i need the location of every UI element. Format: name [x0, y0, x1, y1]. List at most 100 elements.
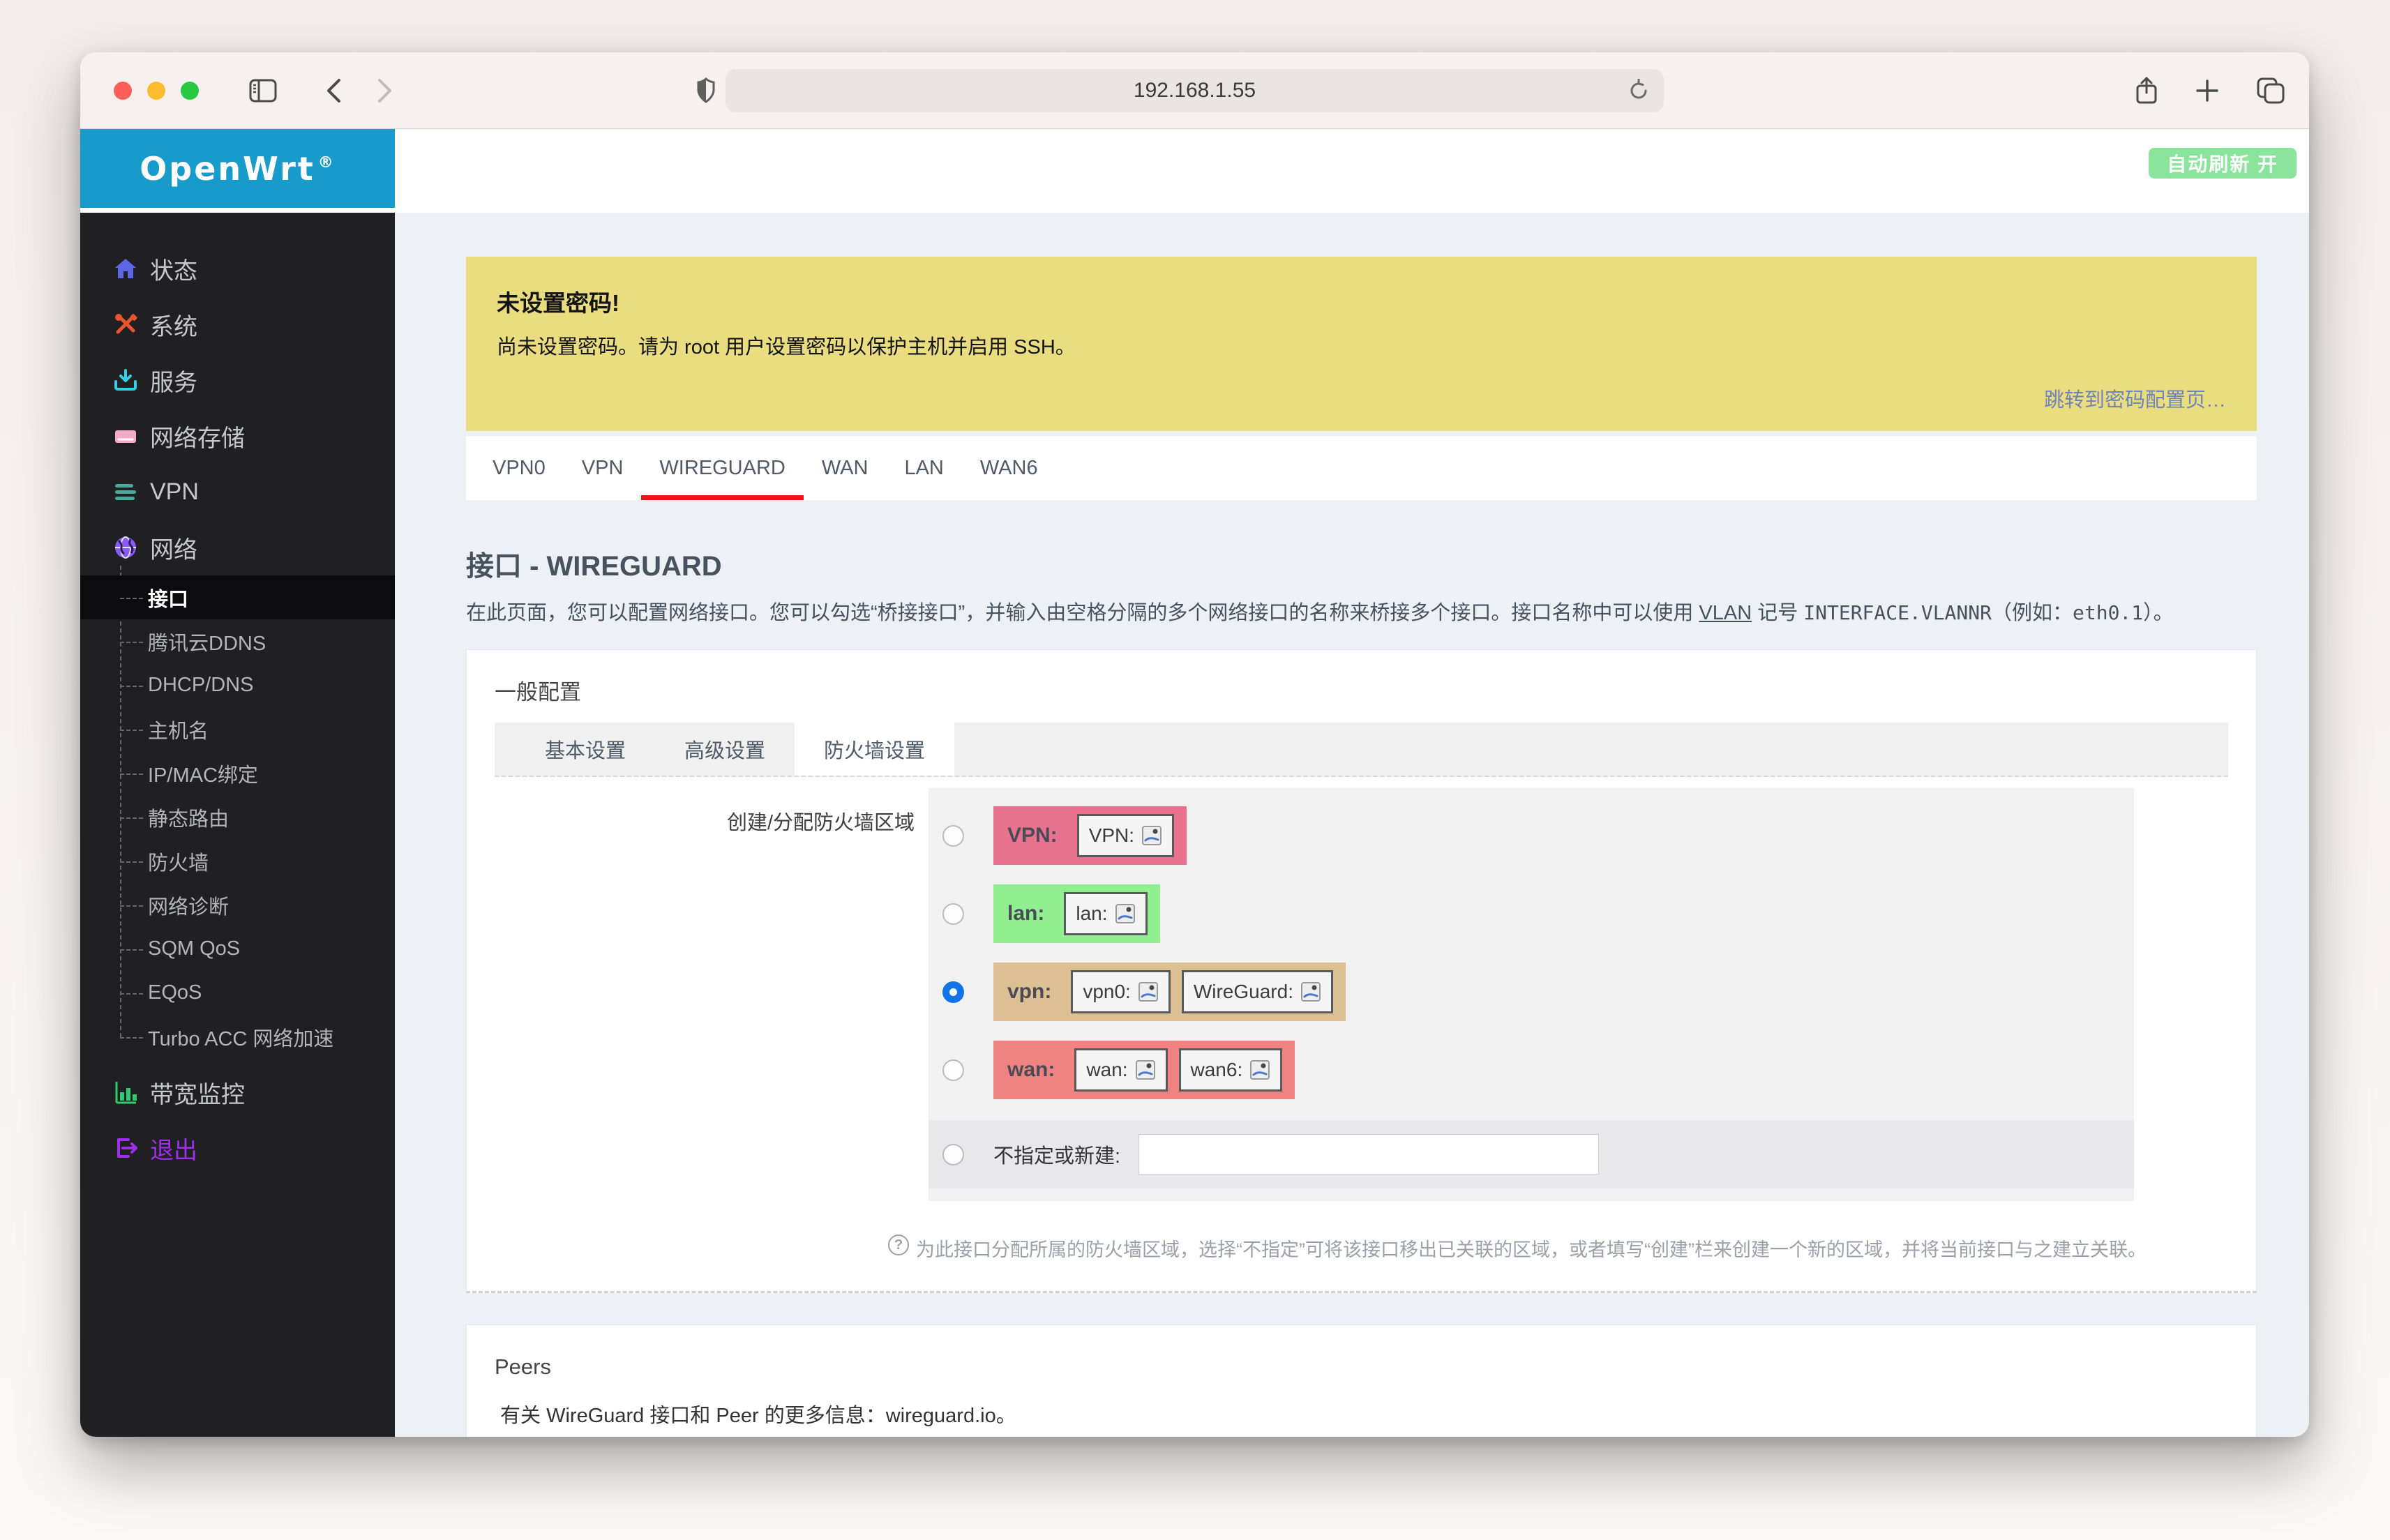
- sidebar-subitem-ip-mac-binding[interactable]: IP/MAC绑定: [80, 751, 395, 795]
- sidebar-item-storage[interactable]: 网络存储: [80, 408, 395, 464]
- sidebar-item-label: 状态: [150, 252, 197, 286]
- ethernet-icon: [1249, 1059, 1270, 1080]
- page-description: 在此页面，您可以配置网络接口。您可以勾选“桥接接口”，并输入由空格分隔的多个网络…: [466, 596, 2257, 626]
- peers-card: Peers 有关 WireGuard 接口和 Peer 的更多信息：wiregu…: [466, 1324, 2257, 1437]
- help-text: 为此接口分配所属的防火墙区域，选择“不指定”可将该接口移出已关联的区域，或者填写…: [916, 1235, 2147, 1262]
- url-bar[interactable]: 192.168.1.55: [726, 69, 1664, 112]
- subitem-label: IP/MAC绑定: [148, 759, 258, 788]
- minimize-window-button[interactable]: [147, 82, 165, 100]
- desc-code: INTERFACE.VLANNR: [1803, 601, 1992, 624]
- subitem-label: 主机名: [148, 715, 209, 744]
- iface-name: VPN:: [1089, 824, 1134, 847]
- ifacebox-wan6: wan6:: [1179, 1048, 1283, 1092]
- sidebar-item-vpn[interactable]: VPN: [80, 464, 395, 520]
- zone-radio-unspecified[interactable]: [942, 1144, 964, 1165]
- interface-tabbar: VPN0 VPN WIREGUARD WAN LAN WAN6: [466, 436, 2257, 500]
- tab-vpn[interactable]: VPN: [564, 436, 642, 500]
- sidebar-item-label: 带宽监控: [150, 1075, 245, 1110]
- subitem-label: 静态路由: [148, 803, 229, 832]
- tab-advanced-settings[interactable]: 高级设置: [655, 723, 795, 776]
- sidebar: 状态 系统 服务 网络存储: [80, 213, 395, 1437]
- browser-window: 192.168.1.55 OpenWrt® 自动刷新 开: [80, 52, 2309, 1437]
- openwrt-logo: OpenWrt®: [80, 129, 395, 208]
- tab-overview-icon[interactable]: [2256, 77, 2285, 105]
- sidebar-item-logout[interactable]: 退出: [80, 1120, 395, 1176]
- sidebar-subitem-interfaces[interactable]: 接口: [80, 575, 395, 619]
- back-icon[interactable]: [324, 77, 343, 105]
- sidebar-item-status[interactable]: 状态: [80, 241, 395, 296]
- desc-code: eth0.1: [2073, 601, 2143, 624]
- sidebar-item-network[interactable]: 网络: [80, 520, 395, 575]
- logo-registered-mark: ®: [318, 154, 336, 172]
- zone-name: VPN:: [1007, 824, 1058, 847]
- ifacebox-VPN: VPN:: [1077, 814, 1174, 857]
- tab-wan6[interactable]: WAN6: [962, 436, 1056, 500]
- zone-radio-wan[interactable]: [942, 1059, 964, 1081]
- network-subtree: 接口 腾讯云DDNS DHCP/DNS 主机名 IP/MAC绑定 静态路由 防火…: [80, 575, 395, 1059]
- sidebar-subitem-sqm-qos[interactable]: SQM QoS: [80, 927, 395, 971]
- tab-firewall-settings[interactable]: 防火墙设置: [795, 723, 954, 776]
- tab-basic-settings[interactable]: 基本设置: [516, 723, 655, 776]
- services-icon: [113, 368, 138, 393]
- zone-options-panel: VPN: VPN: lan:: [929, 788, 2134, 1201]
- zone-radio-lan[interactable]: [942, 903, 964, 925]
- desc-text: 记号: [1752, 602, 1803, 624]
- settings-tabbar: 基本设置 高级设置 防火墙设置: [495, 723, 2228, 777]
- tools-icon: [113, 312, 138, 337]
- ethernet-icon: [1115, 903, 1136, 924]
- zone-name: lan:: [1007, 902, 1044, 926]
- tab-wireguard[interactable]: WIREGUARD: [641, 436, 803, 500]
- zone-chip-lan: lan: lan:: [993, 884, 1160, 943]
- browser-toolbar: 192.168.1.55: [80, 52, 2309, 129]
- sidebar-subitem-hostname[interactable]: 主机名: [80, 707, 395, 751]
- password-warning-banner: 未设置密码! 尚未设置密码。请为 root 用户设置密码以保护主机并启用 SSH…: [466, 257, 2257, 431]
- logo-text: OpenWrt: [140, 150, 315, 188]
- sidebar-item-services[interactable]: 服务: [80, 352, 395, 408]
- field-label: 创建/分配防火墙区域: [495, 788, 929, 1201]
- sidebar-toggle-icon[interactable]: [249, 79, 277, 103]
- ifacebox-wireguard: WireGuard:: [1182, 970, 1333, 1013]
- sidebar-item-bandwidth-monitor[interactable]: 带宽监控: [80, 1064, 395, 1120]
- zone-option-wan: wan: wan: wan6:: [929, 1031, 2134, 1109]
- sidebar-item-label: 退出: [150, 1131, 197, 1165]
- home-icon: [113, 256, 138, 281]
- unspecified-label: 不指定或新建:: [993, 1140, 1120, 1169]
- peers-title: Peers: [495, 1354, 2228, 1380]
- globe-icon: [113, 535, 138, 560]
- new-zone-input[interactable]: [1138, 1134, 1599, 1175]
- sidebar-subitem-eqos[interactable]: EQoS: [80, 971, 395, 1015]
- sidebar-subitem-firewall[interactable]: 防火墙: [80, 839, 395, 883]
- forward-icon[interactable]: [376, 77, 394, 105]
- subitem-label: EQoS: [148, 981, 202, 1004]
- sidebar-item-system[interactable]: 系统: [80, 296, 395, 352]
- sidebar-item-label: 网络存储: [150, 419, 245, 453]
- new-tab-icon[interactable]: [2195, 78, 2220, 103]
- shield-icon[interactable]: [696, 77, 716, 104]
- sidebar-subitem-turbo-acc[interactable]: Turbo ACC 网络加速: [80, 1015, 395, 1059]
- share-icon[interactable]: [2135, 76, 2158, 105]
- zone-radio-VPN[interactable]: [942, 825, 964, 847]
- reload-icon[interactable]: [1628, 79, 1650, 103]
- close-window-button[interactable]: [114, 82, 132, 100]
- zone-name: wan:: [1007, 1058, 1055, 1082]
- zoom-window-button[interactable]: [181, 82, 199, 100]
- go-to-password-page-link[interactable]: 跳转到密码配置页…: [497, 384, 2226, 413]
- sidebar-subitem-tencent-ddns[interactable]: 腾讯云DDNS: [80, 619, 395, 663]
- subitem-label: 接口: [148, 583, 188, 612]
- sidebar-subitem-diagnostics[interactable]: 网络诊断: [80, 883, 395, 927]
- iface-name: vpn0:: [1083, 981, 1131, 1003]
- subitem-label: 防火墙: [148, 847, 209, 876]
- field-help: ? 为此接口分配所属的防火墙区域，选择“不指定”可将该接口移出已关联的区域，或者…: [495, 1201, 2228, 1291]
- tab-wan[interactable]: WAN: [804, 436, 887, 500]
- tab-vpn0[interactable]: VPN0: [474, 436, 564, 500]
- zone-radio-vpn[interactable]: [942, 981, 964, 1003]
- tab-lan[interactable]: LAN: [886, 436, 961, 500]
- sidebar-subitem-static-routes[interactable]: 静态路由: [80, 795, 395, 839]
- general-config-title: 一般配置: [495, 674, 2228, 706]
- zone-option-lan: lan: lan:: [929, 875, 2134, 953]
- peers-info: 有关 WireGuard 接口和 Peer 的更多信息：wireguard.io…: [495, 1399, 2228, 1428]
- tab-label: VPN: [582, 457, 624, 480]
- zone-chip-VPN: VPN: VPN:: [993, 806, 1187, 865]
- sidebar-subitem-dhcp-dns[interactable]: DHCP/DNS: [80, 663, 395, 707]
- autorefresh-toggle-button[interactable]: 自动刷新 开: [2149, 148, 2297, 179]
